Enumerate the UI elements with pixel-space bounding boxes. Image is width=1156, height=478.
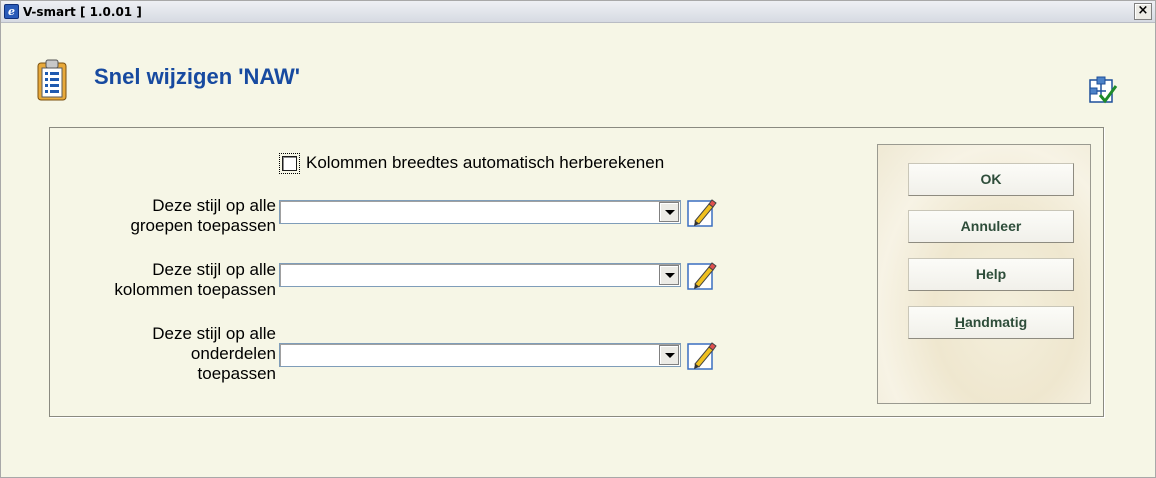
close-icon: × xyxy=(1137,3,1149,18)
title-bar[interactable]: e V-smart [ 1.0.01 ] × xyxy=(1,1,1155,23)
page-title: Snel wijzigen 'NAW' xyxy=(94,64,301,89)
dropdown-arrow-icon[interactable] xyxy=(659,345,679,365)
columns-style-select[interactable] xyxy=(279,263,681,287)
app-logo-icon: e xyxy=(4,4,19,19)
pencil-edit-icon[interactable] xyxy=(687,341,717,371)
help-button[interactable]: Help xyxy=(908,258,1074,291)
manual-button-mnemonic: H xyxy=(954,314,965,330)
groups-style-label: Deze stijl op alle groepen toepassen xyxy=(130,196,276,235)
clipboard-list-icon xyxy=(37,59,67,101)
checkbox-focus-ring xyxy=(279,152,300,174)
auto-width-option[interactable]: Kolommen breedtes automatisch herbereken… xyxy=(279,149,664,177)
auto-width-label: Kolommen breedtes automatisch herbereken… xyxy=(306,153,665,172)
pencil-edit-icon[interactable] xyxy=(687,261,717,291)
groups-style-select[interactable] xyxy=(279,200,681,224)
ok-button[interactable]: OK xyxy=(908,163,1074,196)
parts-style-select[interactable] xyxy=(279,343,681,367)
manual-button[interactable]: Handmatig xyxy=(908,306,1074,339)
pencil-edit-icon[interactable] xyxy=(687,198,717,228)
auto-width-checkbox[interactable] xyxy=(282,155,297,171)
parts-style-label: Deze stijl op alle onderdelen toepassen xyxy=(152,324,276,383)
dropdown-arrow-icon[interactable] xyxy=(659,265,679,285)
settings-checkmark-icon[interactable] xyxy=(1088,76,1118,104)
columns-style-label: Deze stijl op alle kolommen toepassen xyxy=(114,260,276,299)
cancel-button[interactable]: Annuleer xyxy=(908,210,1074,243)
close-button[interactable]: × xyxy=(1134,3,1152,20)
window-title: V-smart [ 1.0.01 ] xyxy=(23,5,142,19)
dialog-window: e V-smart [ 1.0.01 ] × Snel wijzigen 'NA… xyxy=(0,0,1156,478)
dropdown-arrow-icon[interactable] xyxy=(659,202,679,222)
manual-button-label: andmatig xyxy=(964,314,1028,330)
